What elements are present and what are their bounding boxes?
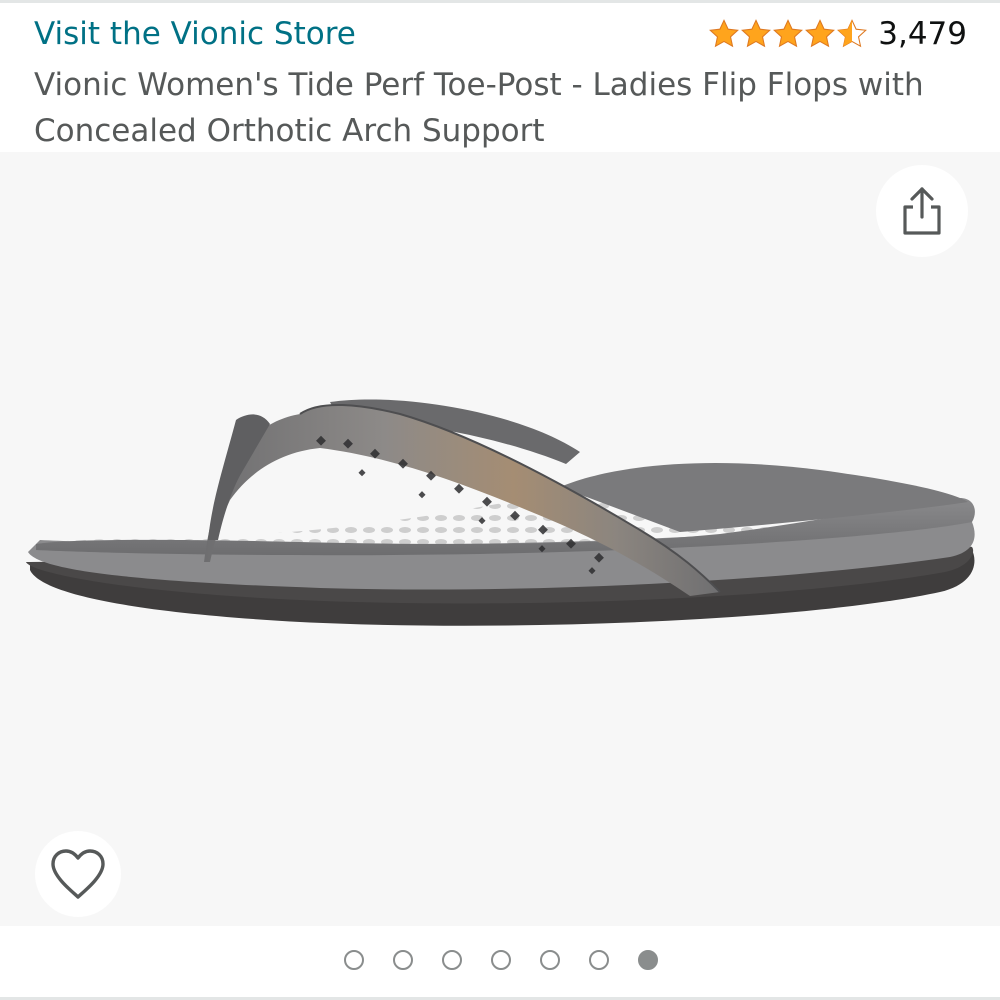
- star-full-icon: [741, 19, 772, 48]
- product-title: Vionic Women's Tide Perf Toe-Post - Ladi…: [34, 67, 924, 149]
- product-header: Visit the Vionic Store 3,479 Vionic Wome…: [0, 0, 1000, 152]
- product-page: Visit the Vionic Store 3,479 Vionic Wome…: [0, 0, 1000, 1000]
- heart-icon: [51, 849, 105, 899]
- visit-store-link[interactable]: Visit the Vionic Store: [34, 16, 356, 52]
- carousel-dot[interactable]: [442, 950, 462, 970]
- rating-summary[interactable]: 3,479: [708, 16, 967, 52]
- carousel-dot[interactable]: [638, 950, 658, 970]
- review-count: 3,479: [878, 16, 967, 52]
- flip-flop-sandal-image: [26, 399, 975, 626]
- product-image-carousel[interactable]: [0, 152, 1000, 926]
- carousel-indicator: [0, 926, 1000, 1000]
- carousel-dot[interactable]: [393, 950, 413, 970]
- star-half-icon: [837, 19, 868, 48]
- star-rating: [708, 18, 868, 50]
- share-button[interactable]: [876, 165, 968, 257]
- star-full-icon: [773, 19, 804, 48]
- carousel-dot[interactable]: [491, 950, 511, 970]
- star-full-icon: [805, 19, 836, 48]
- add-to-list-button[interactable]: [35, 831, 121, 917]
- carousel-dot[interactable]: [589, 950, 609, 970]
- star-full-icon: [709, 19, 740, 48]
- carousel-dot[interactable]: [540, 950, 560, 970]
- carousel-dot[interactable]: [344, 950, 364, 970]
- share-icon: [903, 187, 941, 235]
